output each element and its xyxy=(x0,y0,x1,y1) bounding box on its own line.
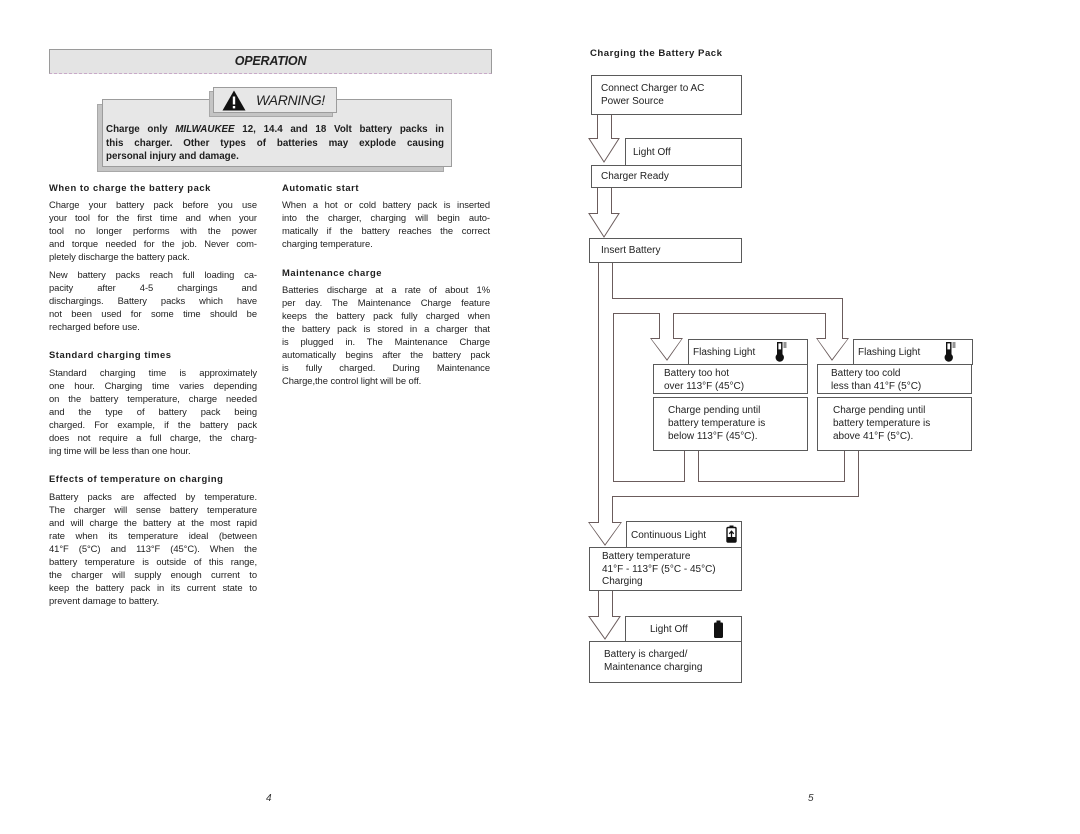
state-text: Charge pending until xyxy=(668,405,761,416)
arrow-head-cold-fill xyxy=(817,339,848,359)
state-text: Charging xyxy=(602,576,643,587)
indicator-light-off-ready: Light Off xyxy=(625,138,742,166)
thermometer-icon xyxy=(944,342,956,362)
indicator-text: Continuous Light xyxy=(631,530,707,541)
indicator-text: Light Off xyxy=(650,624,688,635)
state-text: over 113°F (45°C) xyxy=(664,381,745,392)
state-text: battery temperature is xyxy=(833,418,931,429)
state-text: Charge pending until xyxy=(833,405,926,416)
battery-full-icon xyxy=(714,620,723,638)
step-insert-battery: Insert Battery xyxy=(589,238,742,263)
state-hot-charge-pending: Charge pending until battery temperature… xyxy=(653,397,808,451)
state-battery-too-hot: Battery too hot over 113°F (45°C) xyxy=(653,364,808,394)
state-cold-charge-pending: Charge pending until battery temperature… xyxy=(817,397,972,451)
state-text: Battery too hot xyxy=(664,368,730,379)
indicator-text: Light Off xyxy=(633,147,671,158)
state-text: battery temperature is xyxy=(668,418,766,429)
state-text: Battery temperature xyxy=(602,551,691,562)
indicator-flashing-light-hot: Flashing Light xyxy=(688,339,808,365)
indicator-light-off-charged: Light Off xyxy=(625,616,742,642)
state-text: below 113°F (45°C). xyxy=(668,431,758,442)
indicator-text: Flashing Light xyxy=(693,347,756,358)
arrow-ready-to-insert xyxy=(588,187,620,238)
state-text: Battery too cold xyxy=(831,368,901,379)
arrow-head-charging-fill xyxy=(589,523,621,544)
arrow-head-hot-fill xyxy=(651,339,682,359)
loop-hot-pending-return xyxy=(698,450,845,482)
page-number-right: 5 xyxy=(808,793,814,804)
thermometer-icon xyxy=(775,342,787,362)
state-charging: Battery temperature 41°F - 113°F (5°C - … xyxy=(589,547,742,591)
step-text: Connect Charger to AC xyxy=(601,83,705,94)
step-connect-charger: Connect Charger to AC Power Source xyxy=(591,75,742,115)
arrow-connect-to-ready xyxy=(588,114,620,163)
state-text: less than 41°F (5°C) xyxy=(831,381,922,392)
indicator-flashing-light-cold: Flashing Light xyxy=(853,339,973,365)
arrow-charging-to-charged xyxy=(588,590,621,640)
state-text: 41°F - 113°F (5°C - 45°C) xyxy=(602,563,716,575)
state-charged-maintenance: Battery is charged/ Maintenance charging xyxy=(589,641,742,683)
indicator-continuous-light: Continuous Light xyxy=(626,521,742,548)
step-text: Insert Battery xyxy=(601,245,661,256)
state-text: Battery is charged/ xyxy=(604,649,688,660)
step-charger-ready: Charger Ready xyxy=(591,165,742,188)
state-text: above 41°F (5°C). xyxy=(833,431,914,442)
state-battery-too-cold: Battery too cold less than 41°F (5°C) xyxy=(817,364,972,394)
step-text: Power Source xyxy=(601,96,664,107)
step-text: Charger Ready xyxy=(601,171,669,182)
state-text: Maintenance charging xyxy=(604,661,703,673)
battery-charging-icon xyxy=(726,525,737,543)
